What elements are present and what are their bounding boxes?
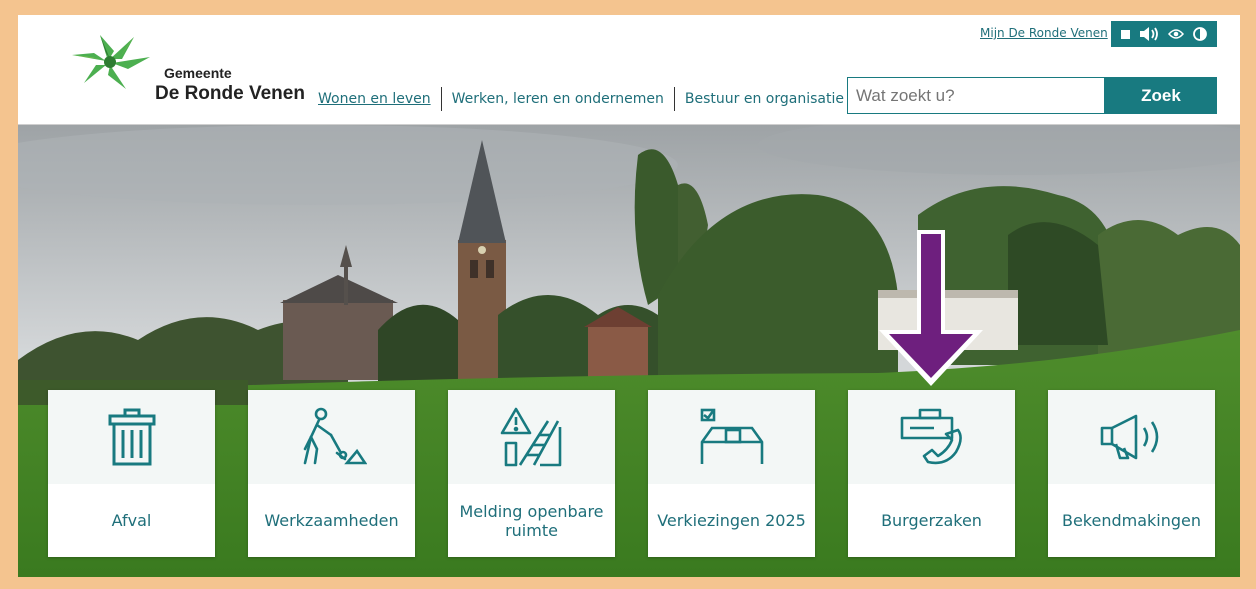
site-header: Gemeente De Ronde Venen Wonen en leven W… (18, 15, 1240, 125)
tile-label: Verkiezingen 2025 (648, 484, 815, 557)
tile-label: Werkzaamheden (248, 484, 415, 557)
contrast-icon[interactable] (1192, 27, 1207, 41)
tile-werkzaamheden[interactable]: Werkzaamheden (248, 390, 415, 557)
tile-bekendmakingen[interactable]: Bekendmakingen (1048, 390, 1215, 557)
tile-label: Afval (48, 484, 215, 557)
nav-item-bestuur[interactable]: Bestuur en organisatie (675, 91, 854, 107)
ticket-phone-icon (848, 390, 1015, 484)
megaphone-icon (1048, 390, 1215, 484)
nav-item-wonen[interactable]: Wonen en leven (308, 91, 441, 107)
quick-links: Afval Werkzaamheden Melding openbare rui… (48, 390, 1218, 558)
main-nav: Wonen en leven Werken, leren en ondernem… (308, 87, 854, 111)
org-prefix: Gemeente (164, 65, 232, 81)
tile-burgerzaken[interactable]: Burgerzaken (848, 390, 1015, 557)
tile-label: Melding openbare ruimte (448, 484, 615, 557)
page-frame: Gemeente De Ronde Venen Wonen en leven W… (18, 15, 1240, 577)
trash-bin-icon (48, 390, 215, 484)
warning-ladder-icon (448, 390, 615, 484)
search-input[interactable] (847, 77, 1105, 114)
stop-icon[interactable] (1121, 29, 1131, 39)
nav-item-werken[interactable]: Werken, leren en ondernemen (442, 91, 674, 107)
search-button[interactable]: Zoek (1105, 77, 1217, 114)
tile-label: Burgerzaken (848, 484, 1015, 557)
tile-melding-openbare-ruimte[interactable]: Melding openbare ruimte (448, 390, 615, 557)
org-name[interactable]: De Ronde Venen (155, 83, 305, 105)
tile-afval[interactable]: Afval (48, 390, 215, 557)
ballot-box-icon (648, 390, 815, 484)
purple-down-arrow-icon (879, 230, 983, 386)
tile-verkiezingen[interactable]: Verkiezingen 2025 (648, 390, 815, 557)
road-worker-icon (248, 390, 415, 484)
tile-label: Bekendmakingen (1048, 484, 1215, 557)
eye-icon[interactable] (1167, 28, 1184, 40)
flower-logo-icon[interactable] (70, 31, 152, 91)
speaker-icon[interactable] (1139, 27, 1159, 41)
accessibility-toolbar (1111, 21, 1217, 47)
mijn-link[interactable]: Mijn De Ronde Venen (980, 26, 1108, 40)
